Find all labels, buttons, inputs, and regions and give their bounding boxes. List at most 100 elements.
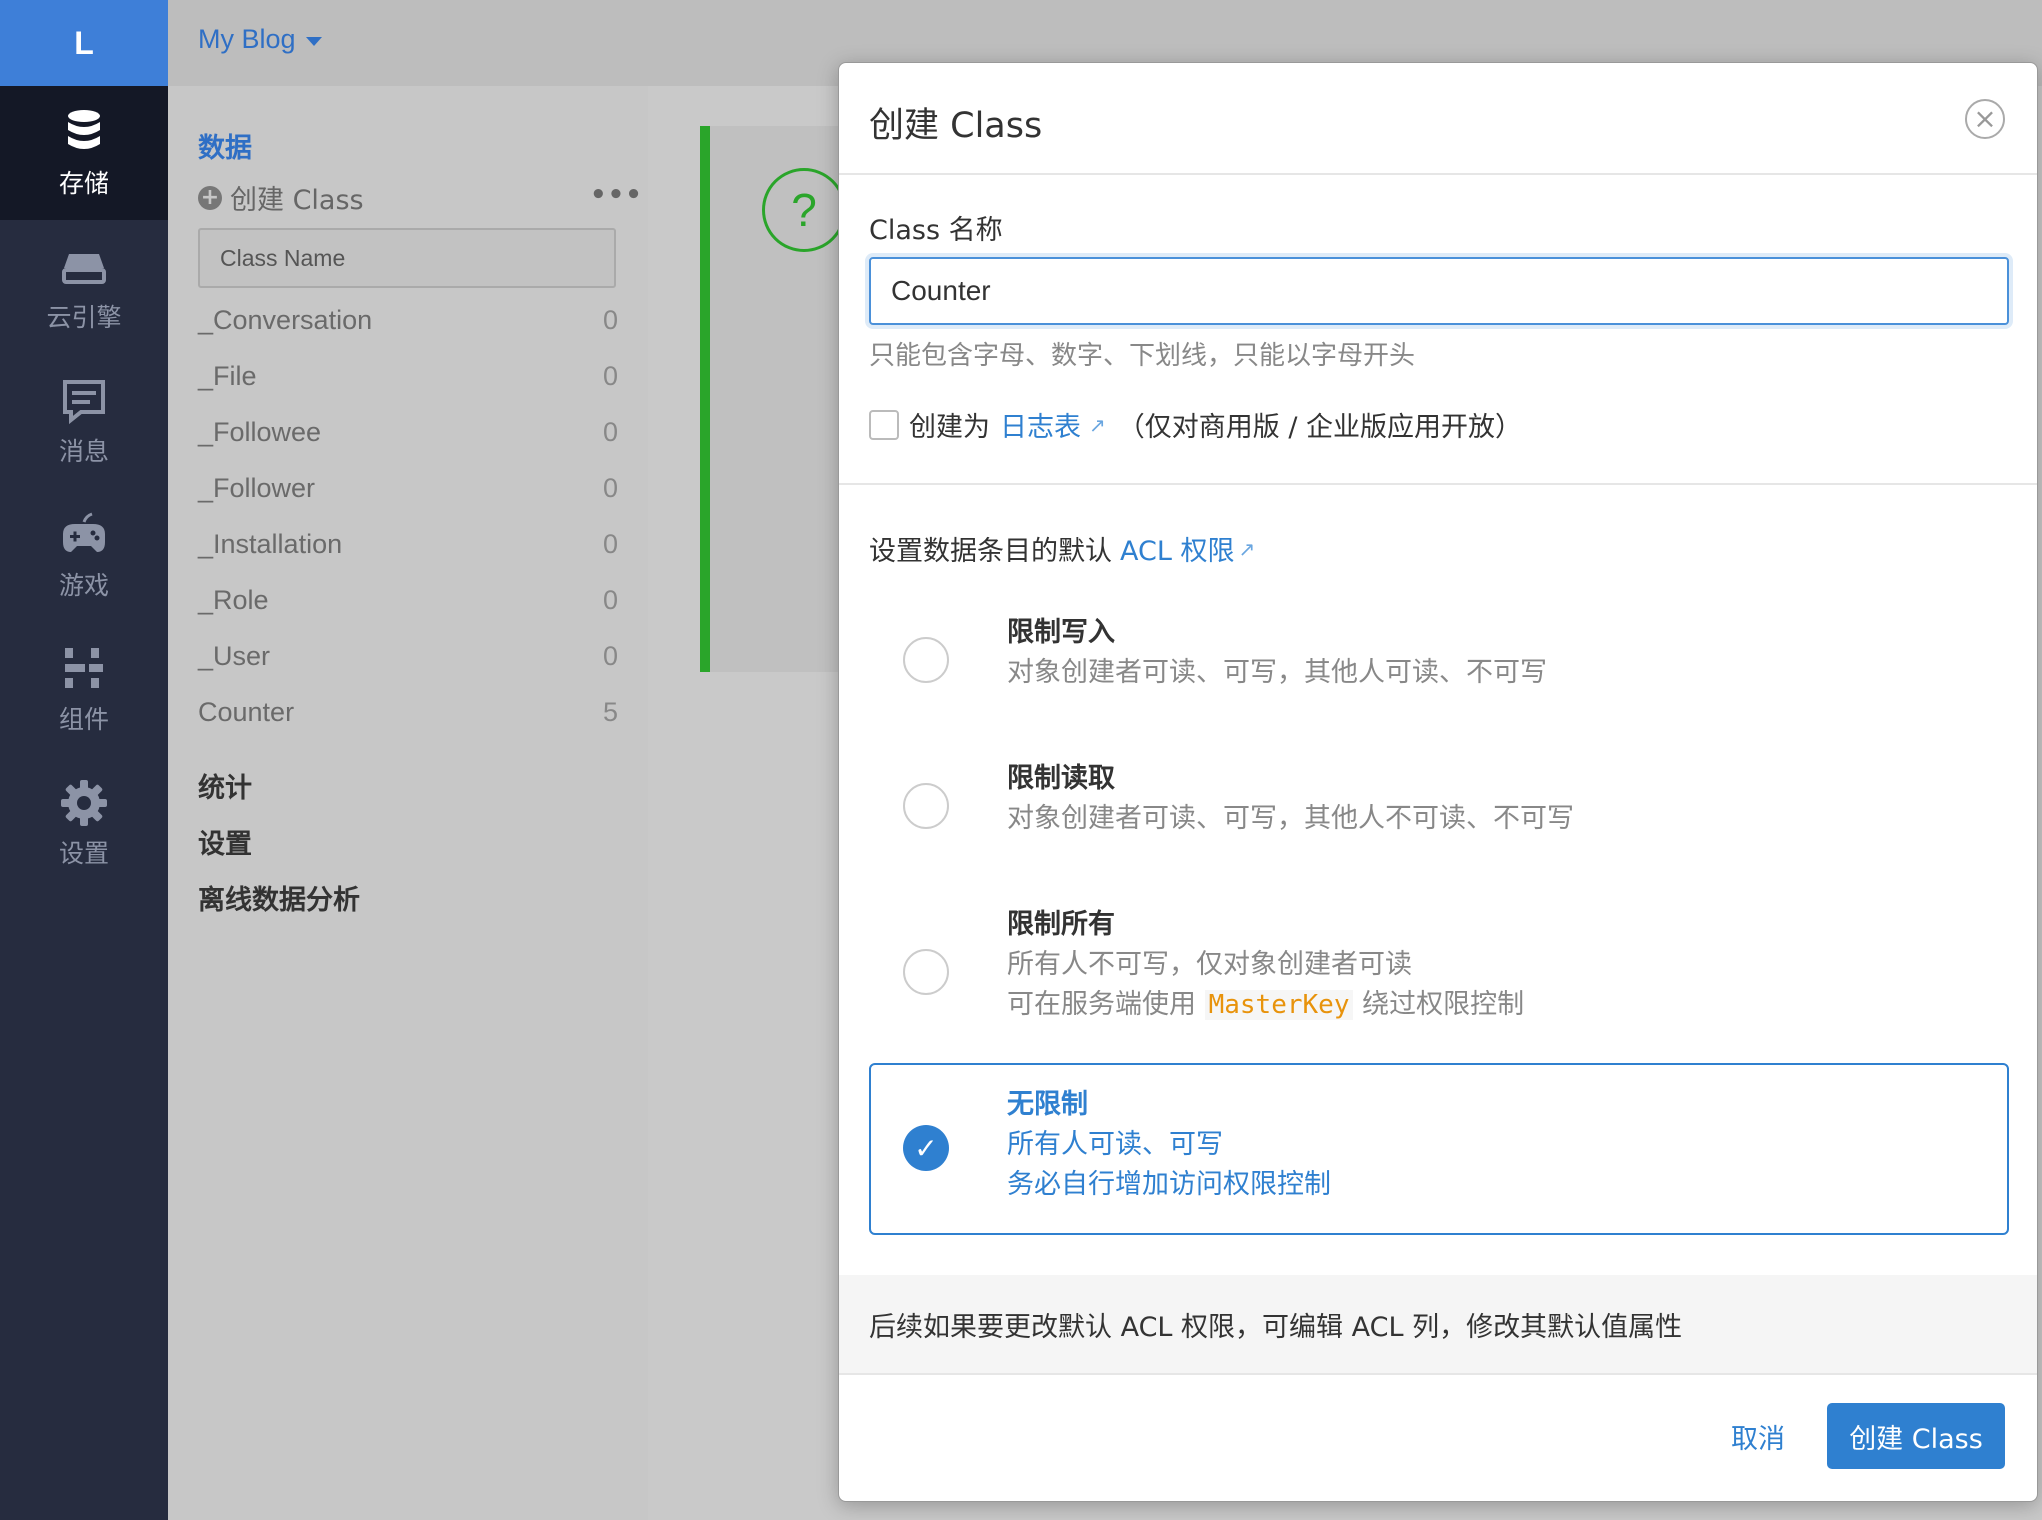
acl-option-note-suffix: 绕过权限控制 <box>1362 989 1525 1020</box>
stats-section-title[interactable]: 统计 <box>198 766 252 805</box>
message-icon <box>63 380 105 425</box>
class-item-name: Counter <box>198 696 295 727</box>
acl-option-restrict-read[interactable]: 限制读取 对象创建者可读、可写，其他人不可读、不可写 <box>869 749 2009 859</box>
class-name-hint: 只能包含字母、数字、下划线，只能以字母开头 <box>869 341 1416 371</box>
class-name-filter-input[interactable]: Class Name <box>198 228 616 288</box>
log-table-note: （仅对商用版 / 企业版应用开放） <box>1117 412 1523 443</box>
class-item-count: 0 <box>602 640 618 671</box>
database-icon <box>68 110 100 149</box>
external-link-icon: ↗ <box>1089 412 1106 437</box>
class-name-input[interactable]: Counter <box>869 257 2009 325</box>
check-circle-icon[interactable]: ✓ <box>903 1125 949 1171</box>
rail-item-storage[interactable]: 存储 <box>0 86 168 220</box>
radio-button[interactable] <box>903 637 949 683</box>
acl-option-desc: 对象创建者可读、可写，其他人不可读、不可写 <box>1007 803 1574 834</box>
class-item[interactable]: _User 0 <box>198 628 618 684</box>
close-icon[interactable]: × <box>1965 99 2005 139</box>
gamepad-icon <box>63 512 105 552</box>
create-class-link[interactable]: + 创建 Class <box>198 178 364 217</box>
class-item-name: _Follower <box>198 472 316 503</box>
class-item-count: 5 <box>602 696 618 727</box>
divider <box>839 483 2037 485</box>
app-name: My Blog <box>198 24 296 54</box>
acl-option-title: 限制写入 <box>1007 617 1115 648</box>
acl-option-title: 限制读取 <box>1007 763 1115 794</box>
rail-item-messages[interactable]: 消息 <box>0 354 168 488</box>
acl-option-title: 无限制 <box>1007 1089 1088 1120</box>
class-item-count: 0 <box>602 472 618 503</box>
acl-option-title: 限制所有 <box>1007 909 1115 940</box>
radio-button[interactable] <box>903 783 949 829</box>
class-item-name: _Followee <box>198 416 322 447</box>
acl-footer-note: 后续如果要更改默认 ACL 权限，可编辑 ACL 列，修改其默认值属性 <box>839 1275 2037 1375</box>
log-table-checkbox[interactable] <box>869 409 899 440</box>
dialog-title: 创建 Class <box>869 106 1043 146</box>
app-switcher[interactable]: My Blog <box>198 24 322 55</box>
external-link-icon: ↗ <box>1238 536 1256 561</box>
class-item-name: _Conversation <box>198 304 373 335</box>
log-table-link[interactable]: 日志表 <box>1000 405 1081 444</box>
class-item[interactable]: _Followee 0 <box>198 404 618 460</box>
acl-option-note: 可在服务端使用 MasterKey 绕过权限控制 <box>1007 985 1524 1025</box>
offline-analysis-section-title[interactable]: 离线数据分析 <box>198 878 360 917</box>
radio-button[interactable] <box>903 949 949 995</box>
class-item-count: 0 <box>602 360 618 391</box>
acl-option-restrict-write[interactable]: 限制写入 对象创建者可读、可写，其他人可读、不可写 <box>869 603 2009 713</box>
acl-option-text: 限制写入 对象创建者可读、可写，其他人可读、不可写 <box>1007 613 1547 693</box>
gear-icon <box>61 780 107 826</box>
class-item[interactable]: Counter 5 <box>198 684 618 740</box>
chevron-down-icon <box>305 37 322 46</box>
class-item-name: _User <box>198 640 271 671</box>
acl-option-note: 务必自行增加访问权限控制 <box>1007 1169 1331 1200</box>
rail-label: 消息 <box>58 437 109 466</box>
question-icon: ? <box>762 168 846 252</box>
settings-section-title[interactable]: 设置 <box>198 822 252 861</box>
class-item-count: 0 <box>602 304 618 335</box>
acl-option-note-prefix: 可在服务端使用 <box>1007 989 1196 1020</box>
dialog-header: 创建 Class × <box>839 63 2037 175</box>
data-section-title[interactable]: 数据 <box>198 126 252 165</box>
class-sidebar: 数据 + 创建 Class ••• Class Name _Conversati… <box>168 86 648 1520</box>
class-item[interactable]: _Installation 0 <box>198 516 618 572</box>
acl-option-desc: 对象创建者可读、可写，其他人可读、不可写 <box>1007 657 1547 688</box>
rail-label: 组件 <box>58 705 109 734</box>
class-item[interactable]: _File 0 <box>198 348 618 404</box>
class-item[interactable]: _Role 0 <box>198 572 618 628</box>
app-rail: L 存储 云引擎 消息 游戏 组件 设置 <box>0 0 168 1520</box>
acl-option-text: 无限制 所有人可读、可写 务必自行增加访问权限控制 <box>1007 1085 1331 1205</box>
create-class-button[interactable]: 创建 Class <box>1827 1403 2005 1469</box>
acl-docs-link[interactable]: ACL 权限 <box>1120 529 1234 568</box>
acl-title-text: 设置数据条目的默认 <box>869 536 1112 567</box>
rail-item-settings[interactable]: 设置 <box>0 756 168 890</box>
acl-option-restrict-all[interactable]: 限制所有 所有人不可写，仅对象创建者可读 可在服务端使用 MasterKey 绕… <box>869 895 2009 1045</box>
create-class-dialog: 创建 Class × Class 名称 Counter 只能包含字母、数字、下划… <box>838 62 2038 1502</box>
class-item[interactable]: _Follower 0 <box>198 460 618 516</box>
rail-item-cloud-engine[interactable]: 云引擎 <box>0 220 168 354</box>
rail-item-games[interactable]: 游戏 <box>0 488 168 622</box>
acl-option-desc: 所有人可读、可写 <box>1007 1129 1223 1160</box>
plus-circle-icon: + <box>198 185 222 210</box>
rail-label: 游戏 <box>58 571 109 600</box>
acl-option-text: 限制读取 对象创建者可读、可写，其他人不可读、不可写 <box>1007 759 1574 839</box>
rail-label: 存储 <box>58 169 109 198</box>
app-logo[interactable]: L <box>0 0 168 86</box>
rail-item-components[interactable]: 组件 <box>0 622 168 756</box>
masterkey-code: MasterKey <box>1204 990 1354 1020</box>
rail-label: 设置 <box>58 839 109 868</box>
class-item-count: 0 <box>602 584 618 615</box>
log-table-row: 创建为 日志表 ↗ （仅对商用版 / 企业版应用开放） <box>869 405 1522 444</box>
more-options-icon[interactable]: ••• <box>590 180 643 210</box>
components-icon <box>65 648 103 688</box>
acl-option-text: 限制所有 所有人不可写，仅对象创建者可读 可在服务端使用 MasterKey 绕… <box>1007 905 1524 1025</box>
class-list: _Conversation 0 _File 0 _Followee 0 _Follow… <box>198 292 618 740</box>
class-name-label: Class 名称 <box>869 215 1003 246</box>
cancel-button[interactable]: 取消 <box>1731 1403 1785 1469</box>
class-item-count: 0 <box>602 528 618 559</box>
log-table-label: 创建为 <box>909 412 990 443</box>
acl-option-unrestricted[interactable]: ✓ 无限制 所有人可读、可写 务必自行增加访问权限控制 <box>869 1063 2009 1235</box>
class-item[interactable]: _Conversation 0 <box>198 292 618 348</box>
class-item-name: _Installation <box>198 528 343 559</box>
create-class-label: 创建 Class <box>230 185 364 216</box>
class-item-name: _Role <box>198 584 269 615</box>
acl-section-title: 设置数据条目的默认 ACL 权限 ↗ <box>869 529 1255 568</box>
